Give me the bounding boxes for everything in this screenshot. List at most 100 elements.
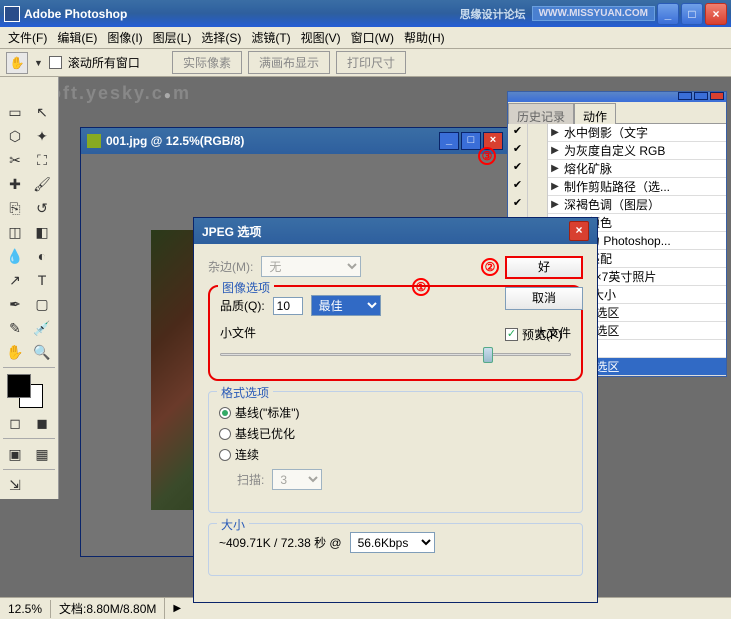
menu-select[interactable]: 选择(S) [197, 27, 245, 48]
eyedropper-tool[interactable]: 💉 [30, 317, 54, 339]
move-tool[interactable]: ↖ [30, 101, 54, 123]
action-item[interactable]: ✔▶水中倒影（文字 [508, 124, 726, 142]
quickmask-on[interactable]: ◼ [30, 412, 54, 434]
blur-tool[interactable]: 💧 [3, 245, 27, 267]
palette-maximize[interactable] [694, 92, 708, 100]
main-titlebar: Adobe Photoshop 思缘设计论坛 WWW.MISSYUAN.COM … [0, 0, 731, 27]
crop-tool[interactable]: ✂ [3, 149, 27, 171]
small-file-label: 小文件 [220, 324, 256, 341]
annotation-3: ③ [478, 147, 496, 165]
matte-select: 无 [261, 256, 361, 277]
doc-maximize-button[interactable]: □ [461, 132, 481, 150]
size-legend: 大小 [217, 516, 249, 533]
tool-dropdown-icon[interactable]: ▼ [34, 58, 43, 68]
close-button[interactable]: × [705, 3, 727, 25]
scroll-all-checkbox[interactable] [49, 56, 62, 69]
action-item[interactable]: ✔▶为灰度自定义 RGB [508, 142, 726, 160]
print-size-button[interactable]: 打印尺寸 [336, 51, 406, 74]
baseline-radio[interactable]: 基线("标准") [219, 404, 572, 421]
type-tool[interactable]: T [30, 269, 54, 291]
palette-tabs: 历史记录 动作 [508, 102, 726, 124]
stamp-tool[interactable]: ⎘ [3, 197, 27, 219]
action-item[interactable]: ✔▶深褐色调（图层） [508, 196, 726, 214]
maximize-button[interactable]: □ [681, 3, 703, 25]
brush-tool[interactable]: 🖌 [30, 173, 54, 195]
dodge-tool[interactable]: ◐ [30, 245, 54, 267]
app-icon [4, 6, 20, 22]
minimize-button[interactable]: _ [657, 3, 679, 25]
slice-tool[interactable]: ⛶ [30, 149, 54, 171]
quality-slider[interactable] [220, 345, 571, 365]
ok-button[interactable]: 好 [505, 256, 583, 279]
zoom-tool[interactable]: 🔍 [30, 341, 54, 363]
workspace: Soft.yesky.c●m ▭↖ ⬡✦ ✂⛶ ✚🖌 ⎘↺ ◫◧ 💧◐ ↗T ✒… [0, 77, 731, 597]
bandwidth-select[interactable]: 56.6Kbps [350, 532, 435, 553]
progressive-radio[interactable]: 连续 [219, 446, 572, 463]
color-swatch[interactable] [3, 372, 55, 410]
fit-screen-button[interactable]: 满画布显示 [248, 51, 330, 74]
hand-tool-icon[interactable]: ✋ [6, 52, 28, 74]
menu-edit[interactable]: 编辑(E) [53, 27, 101, 48]
action-item[interactable]: ✔▶制作剪贴路径（选... [508, 178, 726, 196]
menu-filter[interactable]: 滤镜(T) [247, 27, 294, 48]
menu-image[interactable]: 图像(I) [103, 27, 146, 48]
shape-tool[interactable]: ▢ [30, 293, 54, 315]
action-item[interactable]: ✔▶熔化矿脉 [508, 160, 726, 178]
quality-preset-select[interactable]: 最佳 [311, 295, 381, 316]
statusbar-menu-icon[interactable]: ▶ [165, 601, 189, 616]
marquee-tool[interactable]: ▭ [3, 101, 27, 123]
document-titlebar[interactable]: 001.jpg @ 12.5%(RGB/8) _ □ × [81, 128, 509, 154]
actual-pixels-button[interactable]: 实际像素 [172, 51, 242, 74]
lasso-tool[interactable]: ⬡ [3, 125, 27, 147]
eraser-tool[interactable]: ◫ [3, 221, 27, 243]
scan-label: 扫描: [237, 471, 264, 488]
screen-extra[interactable]: ▦ [30, 443, 54, 465]
gradient-tool[interactable]: ◧ [30, 221, 54, 243]
menu-layer[interactable]: 图层(L) [149, 27, 196, 48]
tab-actions[interactable]: 动作 [574, 103, 616, 124]
palette-close[interactable] [710, 92, 724, 100]
preview-checkbox[interactable]: ✓预览(P) [505, 326, 583, 343]
zoom-level[interactable]: 12.5% [0, 600, 51, 618]
cancel-button[interactable]: 取消 [505, 287, 583, 310]
history-brush-tool[interactable]: ↺ [30, 197, 54, 219]
document-icon [87, 134, 101, 148]
doc-info[interactable]: 文档:8.80M/8.80M [51, 598, 165, 619]
quality-label: 品质(Q): [220, 297, 265, 314]
jump-to2[interactable] [30, 474, 54, 496]
tab-history[interactable]: 历史记录 [508, 103, 574, 124]
heal-tool[interactable]: ✚ [3, 173, 27, 195]
scroll-all-label: 滚动所有窗口 [68, 54, 140, 71]
size-group: 大小 ~409.71K / 72.38 秒 @ 56.6Kbps [208, 523, 583, 576]
path-tool[interactable]: ↗ [3, 269, 27, 291]
image-options-legend: 图像选项 [218, 279, 274, 296]
menu-window[interactable]: 窗口(W) [347, 27, 398, 48]
annotation-2: ② [481, 258, 499, 276]
jump-to[interactable]: ⇲ [3, 474, 27, 496]
quality-input[interactable] [273, 297, 303, 315]
palette-minimize[interactable] [678, 92, 692, 100]
wand-tool[interactable]: ✦ [30, 125, 54, 147]
matte-label: 杂边(M): [208, 258, 253, 275]
format-options-legend: 格式选项 [217, 384, 273, 401]
palette-titlebar[interactable] [508, 92, 726, 102]
screen-standard[interactable]: ▣ [3, 443, 27, 465]
menu-file[interactable]: 文件(F) [4, 27, 51, 48]
quickmask-off[interactable]: ◻ [3, 412, 27, 434]
dialog-titlebar[interactable]: JPEG 选项 × [194, 218, 597, 244]
menu-help[interactable]: 帮助(H) [400, 27, 449, 48]
optimized-radio[interactable]: 基线已优化 [219, 425, 572, 442]
dialog-close-button[interactable]: × [569, 221, 589, 241]
notes-tool[interactable]: ✎ [3, 317, 27, 339]
canvas-watermark: Soft.yesky.c●m [36, 83, 191, 104]
watermark-site: 思缘设计论坛 [460, 6, 526, 22]
document-title: 001.jpg @ 12.5%(RGB/8) [106, 134, 244, 148]
menu-view[interactable]: 视图(V) [297, 27, 345, 48]
doc-minimize-button[interactable]: _ [439, 132, 459, 150]
pen-tool[interactable]: ✒ [3, 293, 27, 315]
toolbox: ▭↖ ⬡✦ ✂⛶ ✚🖌 ⎘↺ ◫◧ 💧◐ ↗T ✒▢ ✎💉 ✋🔍 ◻◼ ▣▦ ⇲ [0, 77, 59, 499]
hand-tool[interactable]: ✋ [3, 341, 27, 363]
options-bar: ✋ ▼ 滚动所有窗口 实际像素 满画布显示 打印尺寸 [0, 49, 731, 77]
jpeg-options-dialog: JPEG 选项 × 杂边(M): 无 ① 图像选项 品质(Q): 最佳 小文件 … [193, 217, 598, 603]
size-value: ~409.71K / 72.38 秒 @ [219, 534, 342, 551]
